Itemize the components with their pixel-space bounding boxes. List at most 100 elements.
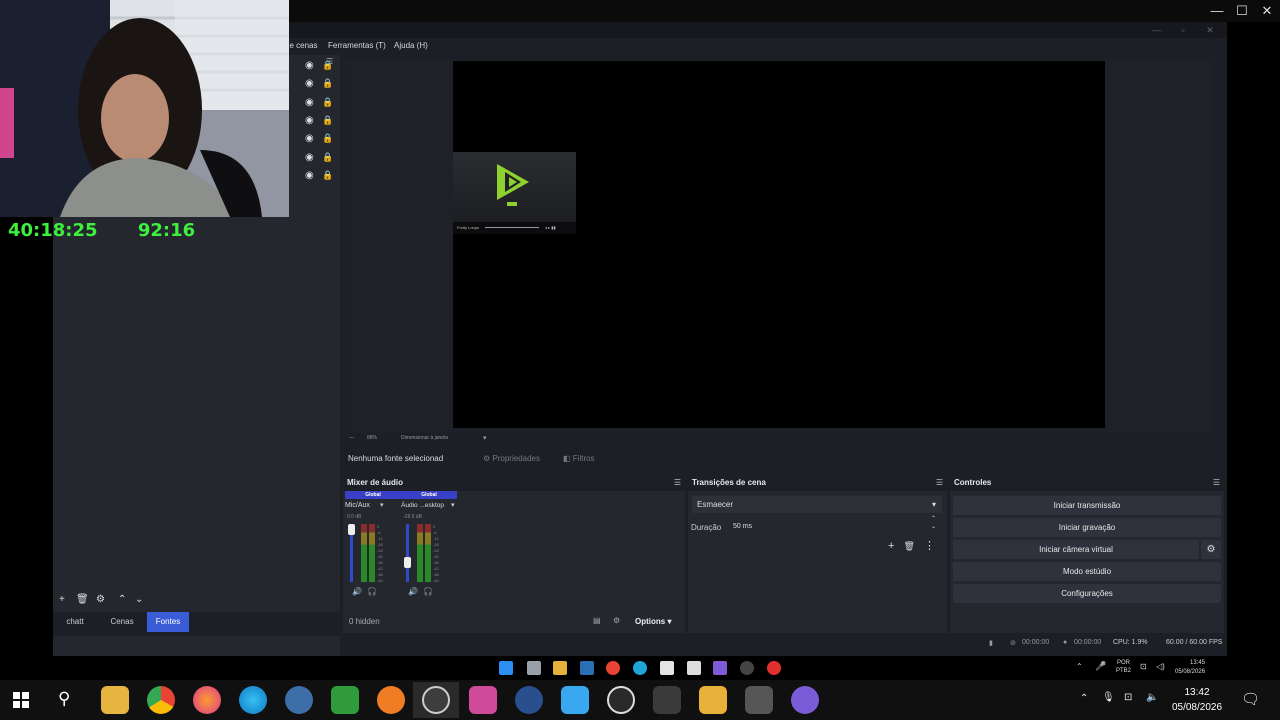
obs-minimize-button[interactable]: — (1147, 23, 1167, 37)
properties-button[interactable]: ⚙ Propriedades (477, 452, 546, 466)
source-row[interactable]: ◉ 🔒 (289, 149, 339, 167)
qbittorrent-icon[interactable] (285, 686, 313, 714)
lock-icon[interactable]: 🔒 (322, 60, 333, 71)
media-player-source[interactable]: Fruity Loops ◂ ▸ ▮▮ (453, 152, 576, 234)
menu-scenes[interactable]: de cenas (285, 41, 317, 50)
filters-button[interactable]: ◧ Filtros (557, 452, 601, 466)
app-red-icon[interactable] (767, 661, 781, 675)
eye-icon[interactable]: ◉ (305, 133, 314, 144)
gear-icon[interactable]: ⚙ (96, 594, 105, 605)
settings-button[interactable]: Configurações (953, 584, 1221, 603)
search-icon[interactable]: ⚲ (58, 689, 70, 709)
start-virtual-camera-button[interactable]: Iniciar câmera virtual (953, 540, 1199, 559)
file-explorer-icon[interactable] (553, 661, 567, 675)
preview-canvas[interactable]: Fruity Loops ◂ ▸ ▮▮ (453, 61, 1105, 428)
start-recording-button[interactable]: Iniciar gravação (953, 518, 1221, 537)
edge-icon[interactable] (633, 661, 647, 675)
network-icon[interactable]: ⊡ (1124, 692, 1132, 703)
close-button[interactable]: ✕ (1254, 2, 1280, 20)
lock-icon[interactable]: 🔒 (322, 133, 333, 144)
headphones-icon[interactable]: 🎧 (367, 587, 377, 596)
gear-icon[interactable]: ⚙ (613, 616, 620, 625)
dock-menu-icon[interactable]: ☰ (674, 475, 681, 491)
duration-stepper[interactable]: ⌃ ⌄ (931, 515, 936, 531)
notifications-icon[interactable]: 🗨 (1241, 690, 1260, 708)
obs-close-button[interactable]: ✕ (1200, 23, 1220, 37)
obs-maximize-button[interactable]: ▫ (1173, 23, 1193, 37)
tray-chevron-icon[interactable]: ⌃ (1076, 662, 1083, 671)
vpn-icon[interactable] (561, 686, 589, 714)
lock-icon[interactable]: 🔒 (322, 97, 333, 108)
player-progress[interactable] (485, 227, 539, 228)
eye-icon[interactable]: ◉ (305, 97, 314, 108)
windows-start-icon[interactable] (13, 692, 29, 708)
source-row[interactable]: ◉ 🔒 (289, 130, 339, 148)
tab-sources[interactable]: Fontes (147, 612, 189, 632)
captured-clock[interactable]: 13:45 05/08/2026 (1175, 659, 1205, 677)
eye-icon[interactable]: ◉ (305, 170, 314, 181)
player-buttons[interactable]: ◂ ▸ ▮▮ (545, 225, 556, 230)
chrome-icon[interactable] (147, 686, 175, 714)
speaker-icon[interactable]: 🔊 (408, 587, 418, 596)
minimize-button[interactable]: — (1204, 2, 1230, 20)
source-row[interactable]: ◉ 🔒 (289, 112, 339, 130)
volume-fader-handle[interactable] (348, 524, 355, 535)
gamepad-icon[interactable] (745, 686, 773, 714)
discord-icon[interactable] (713, 661, 727, 675)
maximize-button[interactable]: ☐ (1229, 2, 1255, 20)
volume-fader[interactable] (406, 524, 409, 582)
tab-scenes[interactable]: Cenas (105, 612, 139, 632)
channel-dropdown-icon[interactable]: ▾ (380, 501, 384, 509)
task-view-icon[interactable] (527, 661, 541, 675)
network-icon[interactable]: ⊡ (1140, 662, 1147, 671)
headphones-icon[interactable]: 🎧 (423, 587, 433, 596)
trash-icon[interactable]: 🗑 (904, 541, 915, 551)
trash-icon[interactable]: 🗑 (76, 594, 89, 605)
eye-icon[interactable]: ◉ (305, 78, 314, 89)
channel-dropdown-icon[interactable]: ▾ (451, 501, 455, 509)
eye-icon[interactable]: ◉ (305, 115, 314, 126)
source-row[interactable]: ◉ 🔒 (289, 57, 339, 75)
zoom-out-button[interactable]: — (349, 435, 354, 441)
file-explorer-icon[interactable] (101, 686, 129, 714)
tab-chat[interactable]: chatt (59, 612, 91, 632)
lock-icon[interactable]: 🔒 (322, 115, 333, 126)
tray-chevron-icon[interactable]: ⌃ (1080, 693, 1088, 704)
app-octopus-icon[interactable] (653, 686, 681, 714)
layout-icon[interactable]: ▤ (593, 616, 601, 625)
dock-menu-icon[interactable]: ☰ (936, 475, 943, 491)
windows-start-icon[interactable] (499, 661, 513, 675)
start-streaming-button[interactable]: Iniciar transmissão (953, 496, 1221, 515)
volume-fader-handle[interactable] (404, 557, 411, 568)
mic-icon[interactable]: 🎤 (1095, 661, 1106, 672)
menu-help[interactable]: Ajuda (H) (394, 41, 428, 50)
zoom-mode[interactable]: Dimensionar à janela (401, 435, 448, 441)
studio-mode-button[interactable]: Modo estúdio (953, 562, 1221, 581)
app-blue-icon[interactable] (515, 686, 543, 714)
edge-icon[interactable] (239, 686, 267, 714)
source-row[interactable]: ◉ 🔒 (289, 94, 339, 112)
volume-icon[interactable]: ◁) (1156, 662, 1165, 671)
eye-icon[interactable]: ◉ (305, 152, 314, 163)
source-row[interactable]: ◉ 🔒 (289, 167, 339, 185)
menu-tools[interactable]: Ferramentas (T) (328, 41, 386, 50)
volume-icon[interactable]: 🔈 (1146, 692, 1158, 703)
firefox-icon[interactable] (193, 686, 221, 714)
add-icon[interactable]: + (888, 540, 894, 552)
steam-icon[interactable] (580, 661, 594, 675)
language-indicator[interactable]: POR PTB2 (1116, 659, 1131, 675)
chrome-icon[interactable] (606, 661, 620, 675)
spreadsheet-icon[interactable] (331, 686, 359, 714)
dock-menu-icon[interactable]: ☰ (1213, 475, 1220, 491)
app-star-icon[interactable] (699, 686, 727, 714)
transition-select[interactable]: Esmaecer ▾ (692, 496, 942, 513)
app-icon[interactable] (687, 661, 701, 675)
options-button[interactable]: Options ▾ (635, 617, 671, 626)
eye-icon[interactable]: ◉ (305, 60, 314, 71)
obs-icon[interactable] (422, 686, 450, 714)
lock-icon[interactable]: 🔒 (322, 78, 333, 89)
zoom-dropdown-icon[interactable]: ▾ (483, 434, 487, 442)
virtual-camera-settings-icon[interactable]: ⚙ (1201, 540, 1221, 559)
discord-icon[interactable] (791, 686, 819, 714)
duration-field[interactable]: 50 ms ⌃ ⌄ (728, 515, 942, 535)
